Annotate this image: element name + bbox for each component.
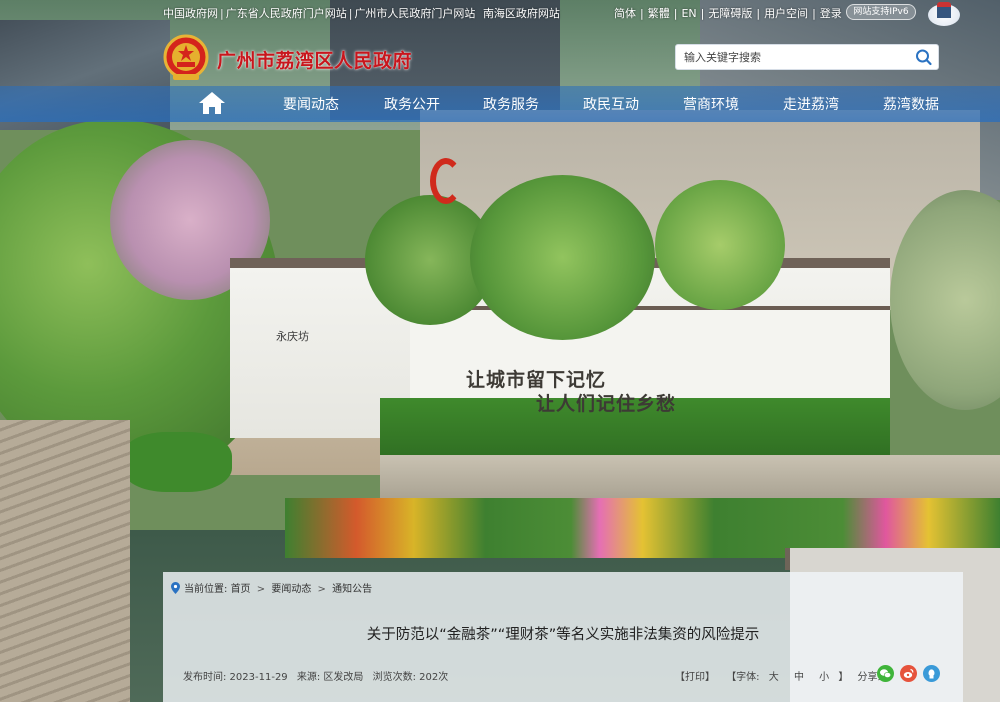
english-link[interactable]: EN [681, 7, 696, 20]
nav-services[interactable]: 政务服务 [483, 94, 539, 114]
search-button[interactable] [914, 48, 934, 66]
article-source: 来源: 区发改局 [296, 672, 364, 683]
top-link-guangdong[interactable]: 广东省人民政府门户网站 [226, 7, 347, 20]
top-link-guangzhou[interactable]: 广州市人民政府门户网站 [354, 7, 475, 20]
nav-business[interactable]: 营商环境 [683, 94, 739, 114]
traditional-chinese-link[interactable]: 繁體 [648, 7, 670, 20]
home-icon [199, 92, 225, 114]
ipv6-badge: 网站支持IPv6 [846, 4, 916, 20]
slogan-line-1: 让城市留下记忆 [466, 369, 607, 391]
breadcrumb: 当前位置: 首页 > 要闻动态 > 通知公告 [171, 580, 372, 597]
wall-slogan: 让城市留下记忆 让人们记住乡愁 [466, 368, 676, 416]
breadcrumb-prefix: 当前位置: [184, 584, 228, 595]
login-link[interactable]: 登录 [820, 7, 842, 20]
article-meta: 发布时间: 2023-11-29 来源: 区发改局 浏览次数: 202次 [183, 668, 454, 683]
nav-data[interactable]: 荔湾数据 [883, 94, 939, 114]
font-medium-button[interactable]: 中 [794, 672, 804, 683]
view-count: 浏览次数: 202次 [372, 672, 449, 683]
breadcrumb-news[interactable]: 要闻动态 [271, 584, 311, 595]
nav-gov-affairs[interactable]: 政务公开 [384, 94, 440, 114]
font-small-button[interactable]: 小 [819, 672, 829, 683]
nav-about-liwan[interactable]: 走进荔湾 [783, 94, 839, 114]
search-box [675, 44, 939, 70]
weibo-share-button[interactable] [900, 665, 917, 682]
nav-home[interactable] [198, 91, 226, 115]
national-emblem-icon [163, 34, 209, 82]
top-link-gov-cn[interactable]: 中国政府网 [163, 7, 218, 20]
article-title: 关于防范以“金融茶”“理财茶”等名义实施非法集资的风险提示 [366, 627, 760, 643]
accessible-version-link[interactable]: 无障碍版 [708, 7, 752, 20]
breadcrumb-separator: > [256, 584, 266, 595]
print-button[interactable]: 【打印】 [675, 672, 715, 683]
breadcrumb-separator: > [317, 584, 326, 595]
user-space-link[interactable]: 用户空间 [764, 7, 808, 20]
slogan-line-2: 让人们记住乡愁 [536, 393, 677, 415]
mascot-logo [924, 0, 964, 26]
location-pin-icon [171, 582, 180, 597]
main-nav: 要闻动态 政务公开 政务服务 政民互动 营商环境 走进荔湾 荔湾数据 [0, 86, 1000, 122]
font-size-label: 【字体: [726, 672, 760, 683]
article-panel: 当前位置: 首页 > 要闻动态 > 通知公告 关于防范以“金融茶”“理财茶”等名… [163, 572, 963, 702]
breadcrumb-home[interactable]: 首页 [231, 584, 251, 595]
nav-interaction[interactable]: 政民互动 [583, 94, 639, 114]
article-tools: 【打印】 【字体: 大 中 小 】 分享到: [675, 668, 891, 683]
search-input[interactable] [676, 45, 906, 69]
gate-plaque: 永庆坊 [276, 330, 309, 343]
publish-time: 发布时间: 2023-11-29 [183, 672, 288, 683]
utility-toolbar: 简体 | 繁體 | EN | 无障碍版 | 用户空间 | 登录 [614, 7, 842, 20]
font-size-close: 】 [838, 672, 849, 683]
simplified-chinese-link[interactable]: 简体 [614, 7, 636, 20]
wechat-share-button[interactable] [877, 665, 894, 682]
top-link-nanhai[interactable]: 南海区政府网站 [483, 7, 560, 20]
wechat-icon [880, 669, 892, 678]
qzone-share-button[interactable] [923, 665, 940, 682]
top-links: 中国政府网 | 广东省人民政府门户网站 | 广州市人民政府门户网站 南海区政府网站 [163, 7, 560, 20]
top-bar: 中国政府网 | 广东省人民政府门户网站 | 广州市人民政府门户网站 南海区政府网站 简体… [0, 0, 1000, 26]
font-large-button[interactable]: 大 [769, 672, 779, 683]
nav-news[interactable]: 要闻动态 [283, 94, 339, 114]
site-title[interactable]: 广州市荔湾区人民政府 [217, 46, 412, 73]
search-icon [916, 49, 932, 66]
breadcrumb-notices[interactable]: 通知公告 [332, 584, 372, 595]
qzone-icon [928, 669, 935, 679]
weibo-icon [903, 668, 914, 678]
